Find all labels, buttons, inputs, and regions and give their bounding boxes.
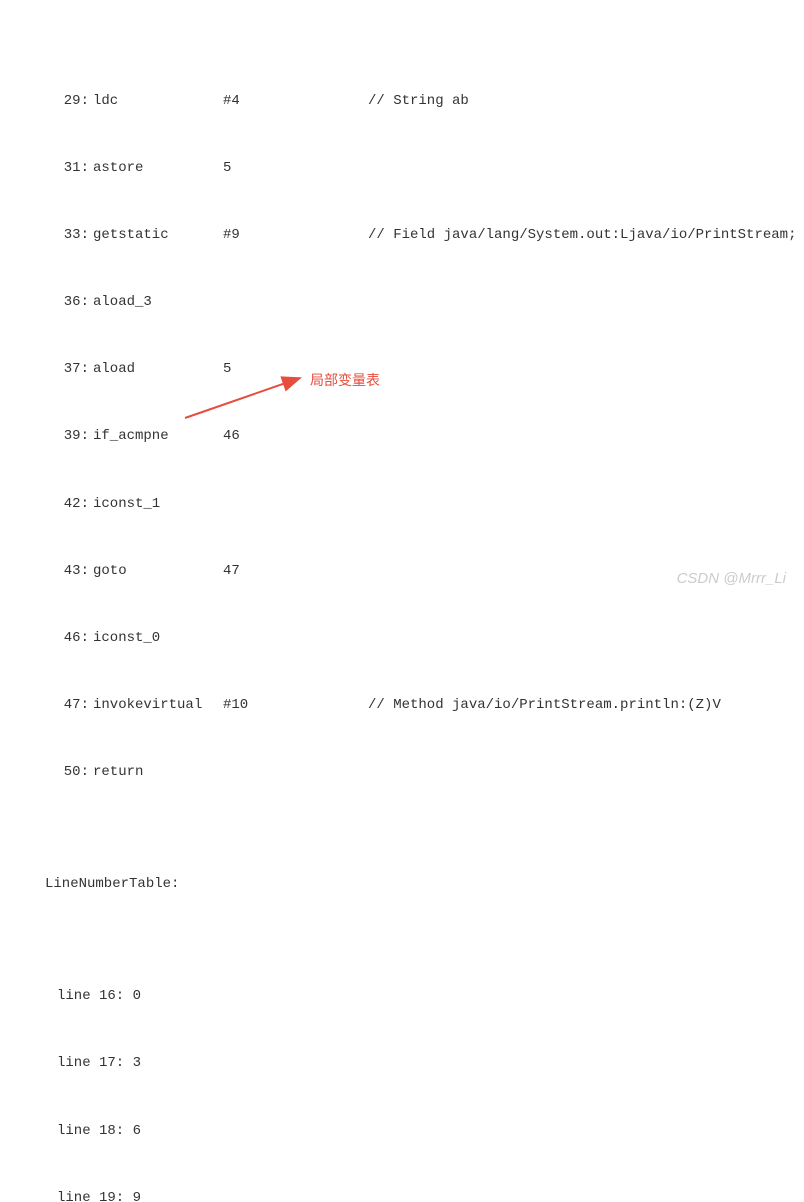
opcode: iconst_0: [93, 627, 223, 649]
line-entry: line 17: 3: [45, 1052, 804, 1074]
operand: [223, 291, 368, 313]
bytecode-row: 31: astore5: [45, 157, 804, 179]
operand: 5: [223, 157, 368, 179]
bytecode-row: 37: aload5: [45, 358, 804, 380]
offset: 37:: [45, 358, 93, 380]
operand: #9: [223, 224, 368, 246]
line-entry: line 18: 6: [45, 1120, 804, 1142]
comment: // Method java/io/PrintStream.println:(Z…: [368, 694, 721, 716]
line-entry: line 16: 0: [45, 985, 804, 1007]
operand: #4: [223, 90, 368, 112]
code-block: 29: ldc#4// String ab 31: astore5 33: ge…: [0, 0, 804, 1202]
offset: 43:: [45, 560, 93, 582]
opcode: iconst_1: [93, 493, 223, 515]
offset: 31:: [45, 157, 93, 179]
annotation-label: 局部变量表: [310, 369, 380, 391]
bytecode-row: 39: if_acmpne46: [45, 425, 804, 447]
line-entry: line 19: 9: [45, 1187, 804, 1202]
operand: [223, 761, 368, 783]
bytecode-row: 36: aload_3: [45, 291, 804, 313]
opcode: goto: [93, 560, 223, 582]
opcode: getstatic: [93, 224, 223, 246]
offset: 50:: [45, 761, 93, 783]
bytecode-row: 33: getstatic#9// Field java/lang/System…: [45, 224, 804, 246]
opcode: if_acmpne: [93, 425, 223, 447]
line-number-table-header: LineNumberTable:: [45, 873, 804, 895]
offset: 42:: [45, 493, 93, 515]
opcode: aload_3: [93, 291, 223, 313]
comment: // Field java/lang/System.out:Ljava/io/P…: [368, 224, 796, 246]
opcode: invokevirtual: [93, 694, 223, 716]
opcode: astore: [93, 157, 223, 179]
opcode: return: [93, 761, 223, 783]
offset: 39:: [45, 425, 93, 447]
bytecode-row: 47: invokevirtual#10// Method java/io/Pr…: [45, 694, 804, 716]
watermark: CSDN @Mrrr_Li: [677, 567, 786, 591]
bytecode-row: 46: iconst_0: [45, 627, 804, 649]
bytecode-row: 42: iconst_1: [45, 493, 804, 515]
bytecode-section: 29: ldc#4// String ab 31: astore5 33: ge…: [45, 45, 804, 829]
bytecode-row: 50: return: [45, 761, 804, 783]
operand: [223, 627, 368, 649]
offset: 46:: [45, 627, 93, 649]
operand: [223, 493, 368, 515]
line-number-table: line 16: 0 line 17: 3 line 18: 6 line 19…: [45, 940, 804, 1202]
opcode: ldc: [93, 90, 223, 112]
operand: 47: [223, 560, 368, 582]
operand: 46: [223, 425, 368, 447]
offset: 36:: [45, 291, 93, 313]
offset: 47:: [45, 694, 93, 716]
operand: #10: [223, 694, 368, 716]
opcode: aload: [93, 358, 223, 380]
comment: // String ab: [368, 90, 469, 112]
offset: 29:: [45, 90, 93, 112]
bytecode-row: 29: ldc#4// String ab: [45, 90, 804, 112]
offset: 33:: [45, 224, 93, 246]
